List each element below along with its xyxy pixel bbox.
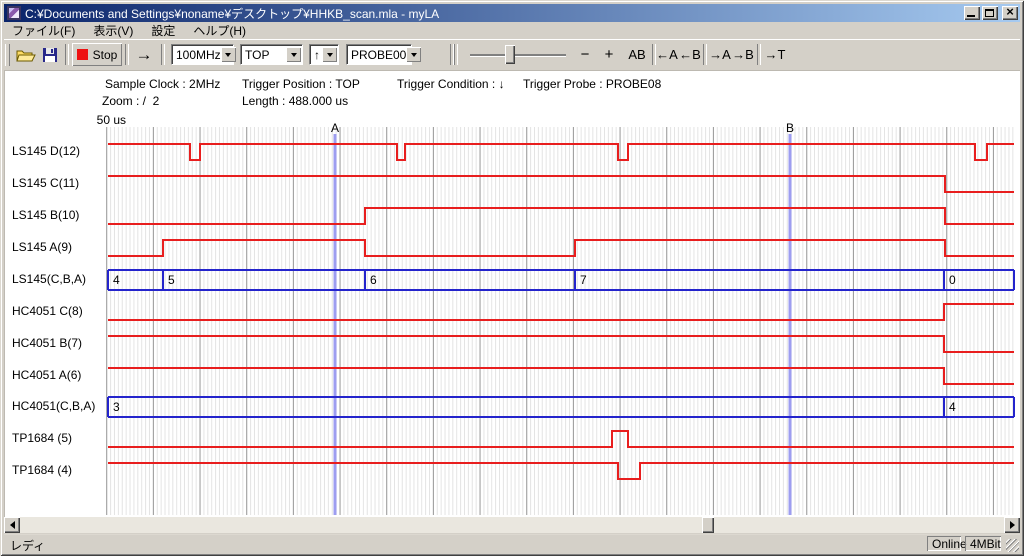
zoom-slider-thumb[interactable]: [505, 45, 515, 64]
scroll-left-button[interactable]: [4, 517, 20, 533]
run-button[interactable]: →: [131, 43, 157, 66]
stop-label: Stop: [93, 48, 118, 62]
menu-file[interactable]: ファイル(F): [4, 21, 85, 40]
floppy-disk-icon: [42, 47, 58, 63]
length-info: Length : 488.000 us: [242, 94, 348, 108]
status-memory: 4MBit: [965, 536, 1001, 551]
set-a-icon: →A: [709, 47, 731, 62]
channel-label: TP1684 (4): [12, 463, 106, 477]
save-file-button[interactable]: [38, 44, 62, 66]
zoom-in-button[interactable]: +: [598, 43, 620, 66]
close-button[interactable]: [1002, 6, 1018, 20]
stop-button[interactable]: Stop: [72, 43, 122, 66]
toolbar-separator: [703, 44, 707, 65]
toolbar-separator: [757, 44, 761, 65]
chevron-down-icon[interactable]: [322, 47, 337, 62]
triangle-left-icon: [6, 521, 15, 529]
app-icon: [7, 6, 21, 20]
channel-label: LS145(C,B,A): [12, 272, 106, 286]
plus-icon: +: [605, 46, 614, 63]
trigger-probe-combo[interactable]: PROBE00: [346, 44, 412, 65]
trigger-position-value: TOP: [241, 48, 286, 62]
window-title: C:¥Documents and Settings¥noname¥デスクトップ¥…: [25, 5, 962, 22]
waveform-panel[interactable]: [4, 70, 1020, 517]
channel-label: LS145 D(12): [12, 144, 106, 158]
sample-clock-info: Sample Clock : 2MHz: [105, 77, 220, 91]
app-window: C:¥Documents and Settings¥noname¥デスクトップ¥…: [0, 0, 1024, 556]
menu-bar: ファイル(F) 表示(V) 設定 ヘルプ(H): [4, 22, 1020, 39]
trigger-arrow-icon: →T: [765, 47, 786, 62]
zoom-slider[interactable]: [468, 43, 568, 66]
title-bar[interactable]: C:¥Documents and Settings¥noname¥デスクトップ¥…: [4, 4, 1020, 22]
channel-label: LS145 B(10): [12, 208, 106, 222]
set-marker-a-button[interactable]: →A: [709, 43, 731, 66]
channel-label: HC4051(C,B,A): [12, 399, 106, 413]
set-marker-b-button[interactable]: →B: [732, 43, 754, 66]
chevron-down-icon[interactable]: [406, 47, 421, 62]
channel-label: LS145 A(9): [12, 240, 106, 254]
toolbar: Stop → 100MHz TOP ↑ PROBE00 −: [4, 39, 1020, 70]
menu-help[interactable]: ヘルプ(H): [185, 21, 256, 40]
status-bar: レディ Online 4MBit: [4, 534, 1020, 553]
toolbar-separator: [161, 44, 165, 65]
channel-label: HC4051 A(6): [12, 368, 106, 382]
horizontal-scrollbar[interactable]: [4, 517, 1020, 533]
run-arrow-icon: →: [136, 45, 153, 65]
chevron-down-icon[interactable]: [286, 47, 301, 62]
trigger-position-combo[interactable]: TOP: [240, 44, 303, 65]
ab-range-button[interactable]: AB: [624, 43, 650, 66]
menu-settings[interactable]: 設定: [143, 21, 185, 40]
trigger-condition-info: Trigger Condition : ↓: [397, 77, 505, 91]
zoom-out-button[interactable]: −: [574, 43, 596, 66]
minimize-button[interactable]: [964, 6, 980, 20]
goto-trigger-button[interactable]: →T: [764, 43, 786, 66]
trigger-probe-info: Trigger Probe : PROBE08: [523, 77, 661, 91]
trigger-edge-combo[interactable]: ↑: [309, 44, 339, 65]
minus-icon: −: [581, 46, 590, 63]
arrow-b-icon: ←B: [679, 47, 701, 62]
scrollbar-thumb[interactable]: [702, 517, 714, 533]
trigger-edge-value: ↑: [310, 48, 322, 62]
arrow-a-icon: ←A: [656, 47, 678, 62]
open-folder-icon: [16, 48, 36, 63]
toolbar-grip[interactable]: [5, 44, 10, 66]
sample-clock-value: 100MHz: [172, 48, 221, 62]
open-file-button[interactable]: [14, 44, 38, 66]
scroll-right-button[interactable]: [1004, 517, 1020, 533]
status-message: レディ: [10, 537, 45, 554]
time-axis-label: 50 us: [86, 113, 126, 127]
status-online: Online: [927, 536, 961, 551]
goto-marker-a-button[interactable]: ←A: [656, 43, 678, 66]
channel-label: HC4051 B(7): [12, 336, 106, 350]
set-b-icon: →B: [732, 47, 754, 62]
trigger-probe-value: PROBE00: [347, 48, 406, 62]
ab-label: AB: [628, 47, 645, 62]
chevron-down-icon[interactable]: [221, 47, 236, 62]
toolbar-separator: [454, 44, 458, 65]
stop-icon: [77, 49, 88, 60]
toolbar-separator: [125, 44, 129, 65]
trigger-position-info: Trigger Position : TOP: [242, 77, 360, 91]
resize-grip[interactable]: [1006, 539, 1019, 552]
maximize-button[interactable]: [982, 6, 998, 20]
zoom-slider-track[interactable]: [470, 54, 566, 56]
toolbar-separator: [65, 44, 69, 65]
channel-label: HC4051 C(8): [12, 304, 106, 318]
triangle-right-icon: [1010, 521, 1019, 529]
sample-clock-combo[interactable]: 100MHz: [171, 44, 234, 65]
goto-marker-b-button[interactable]: ←B: [679, 43, 701, 66]
channel-label: TP1684 (5): [12, 431, 106, 445]
zoom-info: Zoom : / 2: [102, 94, 159, 108]
menu-view[interactable]: 表示(V): [85, 21, 143, 40]
channel-label: LS145 C(11): [12, 176, 106, 190]
